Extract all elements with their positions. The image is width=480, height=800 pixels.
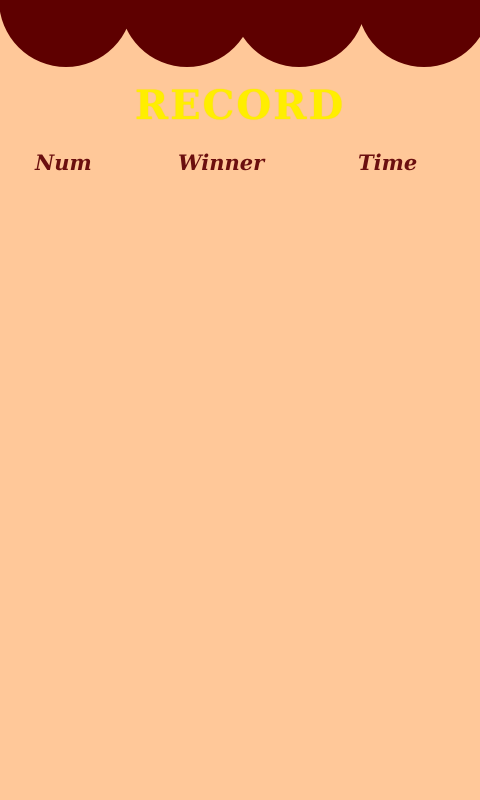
record-list xyxy=(0,190,480,790)
scallop-4 xyxy=(357,0,480,67)
column-header-time: Time xyxy=(358,150,418,175)
record-title: RECORD xyxy=(134,82,346,129)
column-header-winner: Winner xyxy=(178,150,265,175)
scallop-1 xyxy=(0,0,133,67)
record-table-header: Num Winner Time xyxy=(0,150,480,180)
scalloped-top-border xyxy=(0,0,480,67)
column-header-num: Num xyxy=(35,150,92,175)
scallop-3 xyxy=(232,0,366,67)
